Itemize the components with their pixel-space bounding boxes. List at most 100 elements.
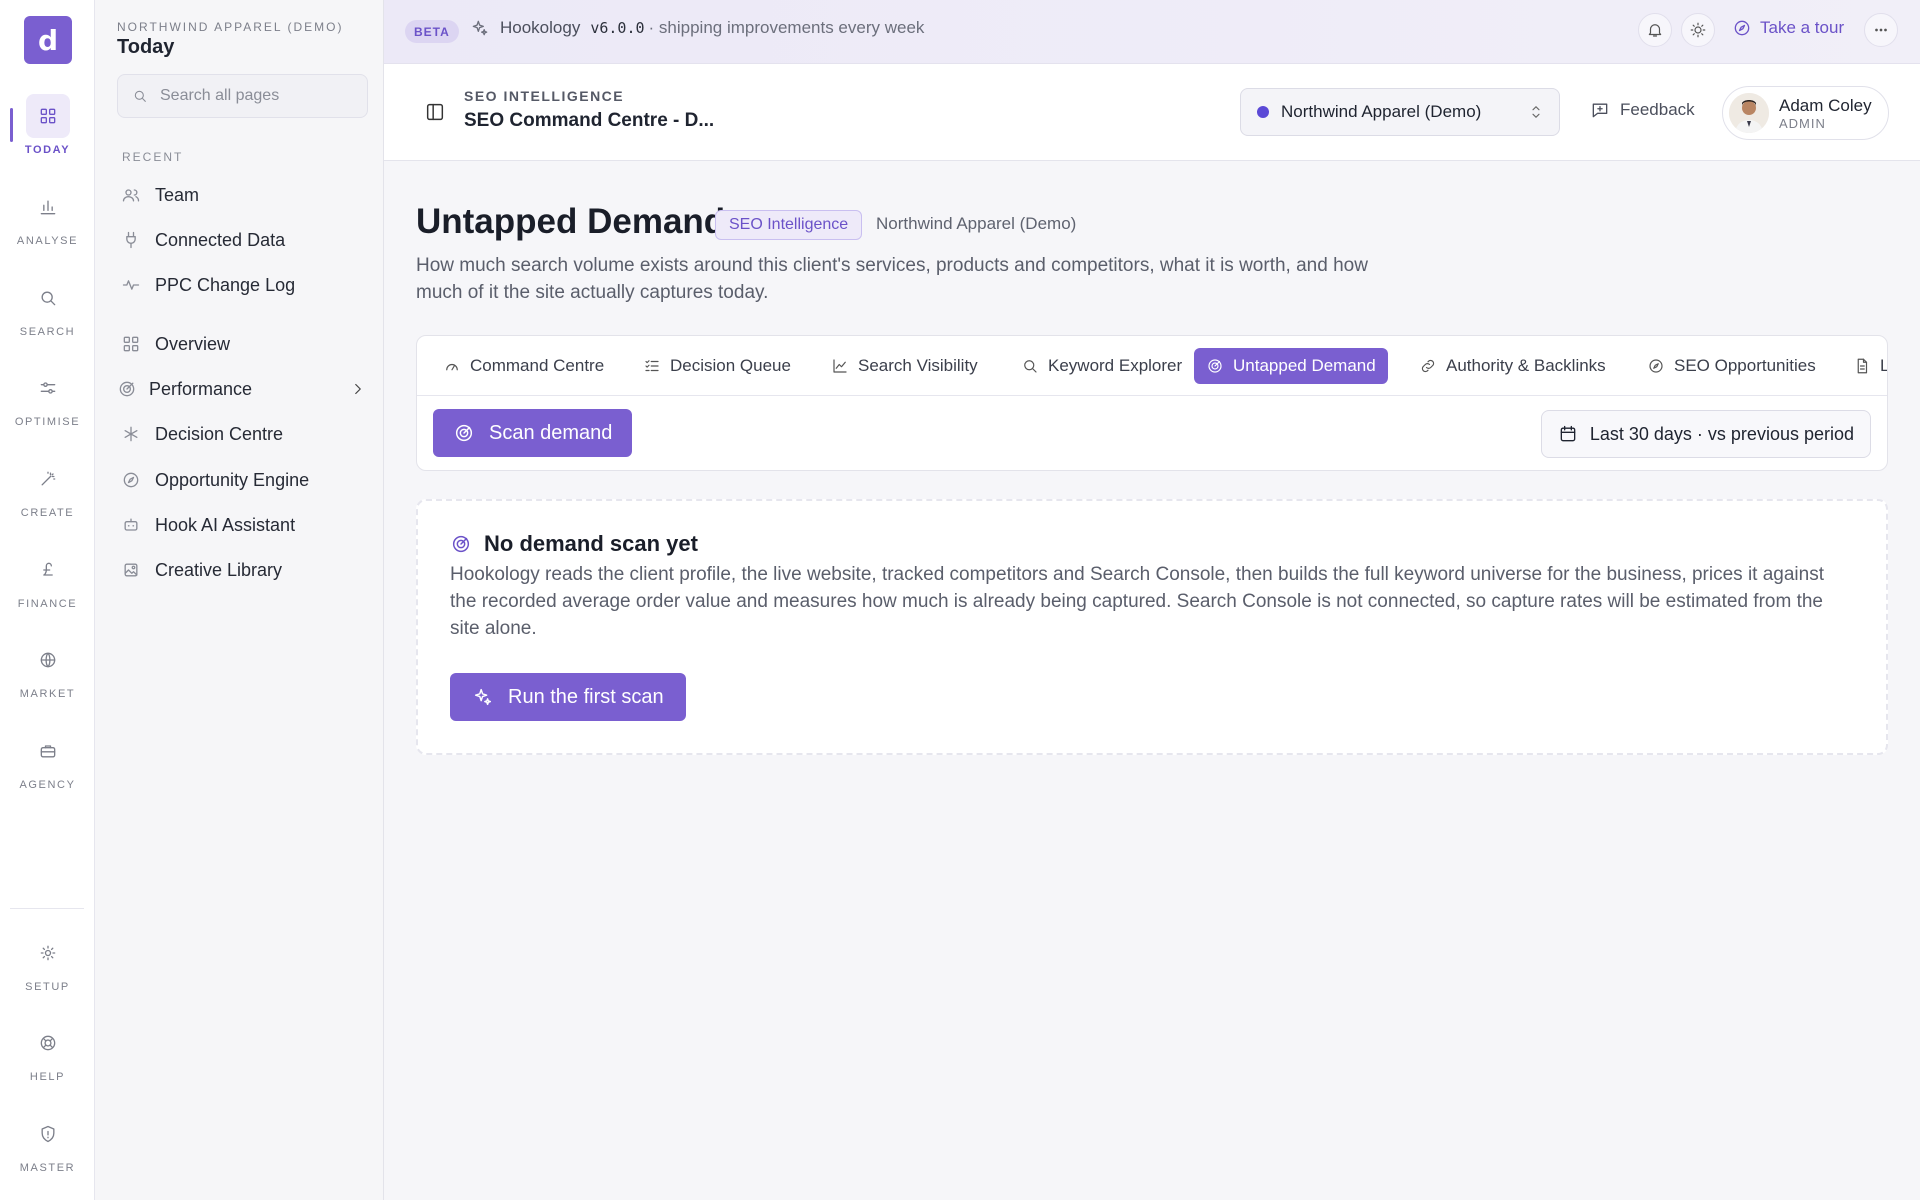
chevron-right-icon <box>355 383 361 395</box>
tab-command-centre[interactable]: Command Centre <box>431 348 616 384</box>
radar-icon <box>452 535 470 553</box>
side-title: Today <box>117 36 175 58</box>
client-selector[interactable]: Northwind Apparel (Demo) <box>1240 88 1560 136</box>
more-options-button[interactable] <box>1864 13 1898 47</box>
nav-label: Opportunity Engine <box>155 469 310 490</box>
tab-untapped-demand[interactable]: Untapped Demand <box>1194 348 1388 384</box>
user-name: Adam Coley <box>1779 95 1872 115</box>
nav-label: Decision Centre <box>155 423 284 444</box>
nav-label: Hook AI Assistant <box>155 514 296 535</box>
rail-item-agency[interactable]: Agency <box>0 729 95 791</box>
date-range-picker[interactable]: Last 30 days · vs previous period <box>1540 410 1871 458</box>
radar-icon <box>455 424 473 442</box>
nav-label: PPC Change Log <box>155 274 296 295</box>
empty-state-description: Hookology reads the client profile, the … <box>450 564 1825 639</box>
rail-label: Finance <box>17 598 78 610</box>
nav-label: Performance <box>149 378 253 399</box>
checklist-icon <box>645 360 659 372</box>
tab-label: SEO Opportunities <box>1674 356 1816 375</box>
rail-item-today[interactable]: Today <box>0 94 95 156</box>
line-chart-icon <box>833 359 847 373</box>
tab-decision-queue[interactable]: Decision Queue <box>631 348 803 384</box>
radar-icon <box>1208 359 1222 373</box>
rail-item-setup[interactable]: Setup <box>0 931 95 993</box>
tab-authority-backlinks[interactable]: Authority & Backlinks <box>1407 348 1618 384</box>
tab-overflow-partial[interactable]: L <box>1841 348 1887 384</box>
page-description: How much search volume exists around thi… <box>416 255 1368 303</box>
nav-item-connected-data[interactable]: Connected Data <box>117 222 377 258</box>
rail-label: Agency <box>19 779 76 791</box>
client-label: Northwind Apparel (Demo) <box>876 214 1077 233</box>
version-label: v6.0.0 <box>590 19 645 37</box>
nav-item-opportunity-engine[interactable]: Opportunity Engine <box>117 462 377 498</box>
magic-wand-icon <box>26 457 70 501</box>
rail-item-search[interactable]: Search <box>0 276 95 338</box>
pound-icon <box>26 548 70 592</box>
tab-keyword-explorer[interactable]: Keyword Explorer <box>1009 348 1194 384</box>
nav-item-ppc-change-log[interactable]: PPC Change Log <box>117 267 377 303</box>
rail-item-finance[interactable]: Finance <box>0 548 95 610</box>
tab-label: Search Visibility <box>858 356 978 375</box>
feedback-label: Feedback <box>1620 100 1695 119</box>
nav-item-team[interactable]: Team <box>117 177 377 213</box>
sidebar-toggle-button[interactable] <box>424 101 446 123</box>
compass-icon <box>123 472 139 488</box>
rail-item-help[interactable]: Help <box>0 1021 95 1083</box>
empty-state-card: No demand scan yet Hookology reads the c… <box>416 499 1888 755</box>
grid-icon <box>25 94 70 138</box>
rail-item-optimise[interactable]: Optimise <box>0 366 95 428</box>
tab-seo-opportunities[interactable]: SEO Opportunities <box>1635 348 1828 384</box>
compass-icon <box>1649 359 1663 373</box>
message-plus-icon <box>1592 103 1608 118</box>
page-header: SEO Intelligence SEO Command Centre - D.… <box>384 64 1920 161</box>
nav-item-creative-library[interactable]: Creative Library <box>117 552 377 588</box>
nav-item-decision-centre[interactable]: Decision Centre <box>117 416 377 452</box>
rail-item-create[interactable]: Create <box>0 457 95 519</box>
shield-icon <box>26 1112 70 1156</box>
page-search-input[interactable]: Search all pages <box>117 74 368 118</box>
grid-icon <box>123 336 139 352</box>
sparkles-icon <box>474 688 492 706</box>
workspace-name: Northwind Apparel (Demo) <box>117 20 344 34</box>
theme-toggle-button[interactable] <box>1681 13 1715 47</box>
gauge-icon <box>446 363 458 371</box>
user-menu[interactable]: Adam Coley ADMIN <box>1722 86 1889 140</box>
tab-label: Decision Queue <box>670 356 791 375</box>
product-name: Hookology <box>500 18 581 37</box>
tab-bar: Command Centre Decision Queue Search Vis… <box>417 336 1887 396</box>
rail-label: Setup <box>25 981 70 993</box>
rail-item-analyse[interactable]: Analyse <box>0 185 95 247</box>
nav-item-hook-ai-assistant[interactable]: Hook AI Assistant <box>117 507 377 543</box>
rail-item-market[interactable]: Market <box>0 638 95 700</box>
bar-chart-icon <box>26 185 70 229</box>
rail-item-master[interactable]: Master <box>0 1112 95 1174</box>
chevrons-up-down-icon <box>1532 106 1540 118</box>
rail-label: Today <box>24 144 71 156</box>
activity-icon <box>122 280 140 290</box>
asterisk-icon <box>124 426 138 442</box>
take-tour-link[interactable]: Take a tour <box>1732 18 1844 38</box>
tagline: · shipping improvements every week <box>648 18 925 37</box>
feedback-button[interactable]: Feedback <box>1590 100 1695 120</box>
tab-search-visibility[interactable]: Search Visibility <box>819 348 990 384</box>
search-icon <box>26 276 70 320</box>
page-title: Untapped Demand <box>416 202 726 241</box>
images-icon <box>124 563 138 577</box>
nav-item-overview[interactable]: Overview <box>117 326 377 362</box>
nav-item-performance[interactable]: Performance <box>117 371 377 407</box>
beta-badge: BETA <box>405 20 459 43</box>
search-placeholder: Search all pages <box>160 87 280 104</box>
run-first-scan-button[interactable]: Run the first scan <box>450 673 686 721</box>
bell-icon <box>1648 24 1662 37</box>
rail-label: Help <box>29 1071 66 1083</box>
document-icon <box>1857 358 1868 374</box>
search-icon <box>134 90 146 102</box>
rail-label: Market <box>19 688 76 700</box>
plug-icon <box>126 231 136 249</box>
app-logo[interactable]: d <box>24 16 72 64</box>
rail-divider <box>10 908 84 909</box>
sun-icon <box>1690 22 1706 38</box>
notifications-button[interactable] <box>1638 13 1672 47</box>
scan-demand-button[interactable]: Scan demand <box>433 409 633 457</box>
empty-title-text: No demand scan yet <box>484 531 698 556</box>
